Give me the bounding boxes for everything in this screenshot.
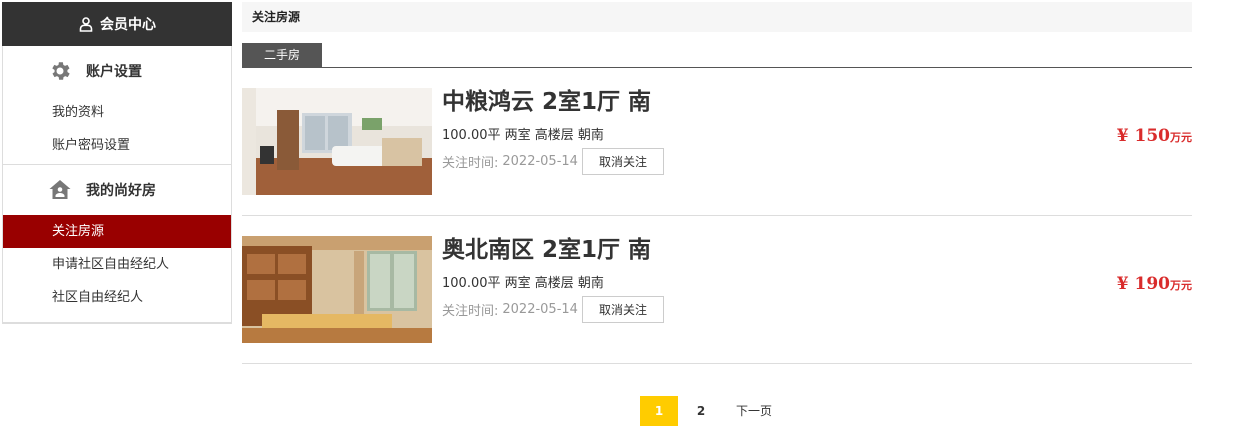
sidebar-item-apply-agent[interactable]: 申请社区自由经纪人 xyxy=(3,248,231,281)
price-unit: 万元 xyxy=(1170,132,1192,144)
follow-time-label: 关注时间: xyxy=(442,304,499,319)
sidebar-item-profile[interactable]: 我的资料 xyxy=(3,96,231,129)
pagination: 1 2 下一页 xyxy=(640,396,784,426)
listing-title[interactable]: 中粮鸿云 2室1厅 南 xyxy=(442,88,664,116)
currency-symbol: ¥ xyxy=(1116,126,1129,146)
main-content: 关注房源 二手房 中粮鸿云 2室1厅 南 100.00平 两室 高楼层 朝南 关… xyxy=(242,2,1192,364)
unfollow-button[interactable]: 取消关注 xyxy=(581,148,664,175)
listing-price: ¥ 150万元 xyxy=(1117,126,1192,146)
follow-time-label: 关注时间: xyxy=(442,156,499,171)
unfollow-button[interactable]: 取消关注 xyxy=(581,296,664,323)
follow-date: 2022-05-14 xyxy=(502,302,578,317)
sidebar-menu: 账户设置 我的资料 账户密码设置 我的尚好房 关注房源 申请社区自由经纪人 社区… xyxy=(2,46,232,324)
listing-item: 奥北南区 2室1厅 南 100.00平 两室 高楼层 朝南 关注时间: 2022… xyxy=(242,216,1192,364)
page-2-button[interactable]: 2 xyxy=(682,396,720,426)
gear-icon xyxy=(52,62,70,80)
listing-photo[interactable] xyxy=(242,88,432,195)
listing-photo[interactable] xyxy=(242,236,432,343)
member-center-label: 会员中心 xyxy=(100,17,156,33)
listing-title[interactable]: 奥北南区 2室1厅 南 xyxy=(442,236,664,264)
listing-info: 中粮鸿云 2室1厅 南 100.00平 两室 高楼层 朝南 关注时间: 2022… xyxy=(442,88,664,175)
member-center-header[interactable]: 会员中心 xyxy=(2,2,232,46)
currency-symbol: ¥ xyxy=(1116,274,1129,294)
user-icon xyxy=(79,17,93,32)
price-unit: 万元 xyxy=(1170,280,1192,292)
price-value: 190 xyxy=(1134,274,1171,294)
sidebar-item-followed-houses[interactable]: 关注房源 xyxy=(3,215,231,248)
sidebar: 会员中心 账户设置 我的资料 账户密码设置 我的尚好房 关注房源 申请社区自由经… xyxy=(2,2,232,324)
sidebar-group-title: 我的尚好房 xyxy=(86,183,156,199)
house-icon xyxy=(49,180,71,199)
sidebar-item-community-agent[interactable]: 社区自由经纪人 xyxy=(3,281,231,314)
sidebar-item-password[interactable]: 账户密码设置 xyxy=(3,129,231,162)
page-title: 关注房源 xyxy=(242,2,1192,32)
next-page-button[interactable]: 下一页 xyxy=(724,396,784,426)
follow-date: 2022-05-14 xyxy=(502,154,578,169)
tab-second-hand[interactable]: 二手房 xyxy=(242,43,322,67)
listing-item: 中粮鸿云 2室1厅 南 100.00平 两室 高楼层 朝南 关注时间: 2022… xyxy=(242,68,1192,216)
sidebar-group-my-house: 我的尚好房 xyxy=(3,165,231,215)
listing-specs: 100.00平 两室 高楼层 朝南 xyxy=(442,276,604,291)
sidebar-group-title: 账户设置 xyxy=(86,64,142,80)
listing-info: 奥北南区 2室1厅 南 100.00平 两室 高楼层 朝南 关注时间: 2022… xyxy=(442,236,664,323)
listing-meta: 关注时间: 2022-05-14 取消关注 xyxy=(442,148,664,175)
sidebar-divider xyxy=(3,322,231,323)
listing-meta: 关注时间: 2022-05-14 取消关注 xyxy=(442,296,664,323)
tab-bar: 二手房 xyxy=(242,43,1192,68)
listing-specs: 100.00平 两室 高楼层 朝南 xyxy=(442,128,604,143)
price-value: 150 xyxy=(1134,126,1171,146)
sidebar-group-account: 账户设置 xyxy=(3,46,231,96)
page-1-button[interactable]: 1 xyxy=(640,396,678,426)
listing-price: ¥ 190万元 xyxy=(1117,274,1192,294)
